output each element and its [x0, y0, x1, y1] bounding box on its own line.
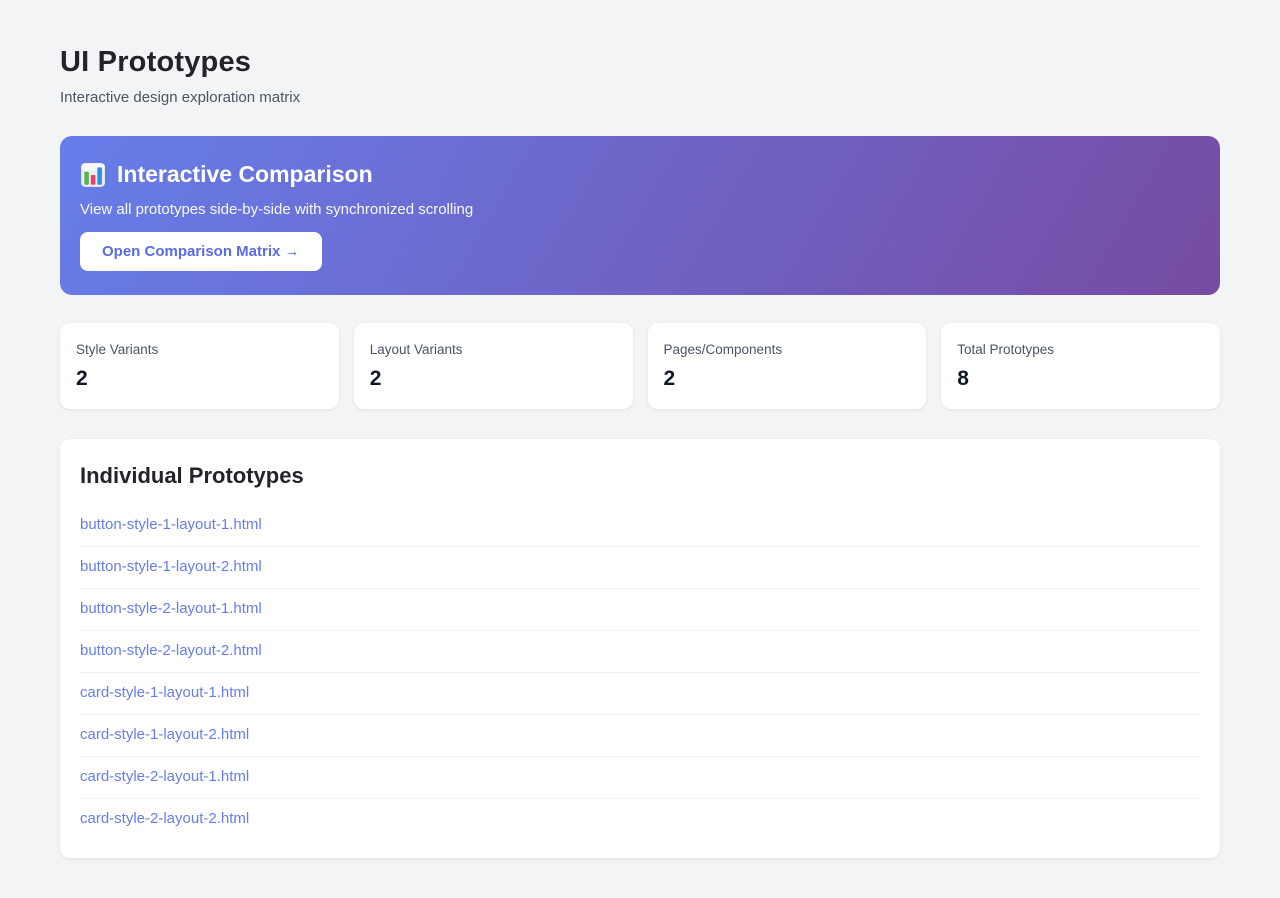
prototype-link[interactable]: card-style-2-layout-2.html: [80, 810, 249, 827]
interactive-comparison-banner: Interactive Comparison View all prototyp…: [60, 136, 1220, 295]
stat-label: Layout Variants: [369, 342, 463, 357]
stat-label: Pages/Components: [663, 342, 783, 357]
individual-prototypes-card: Individual Prototypes button-style-1-lay…: [60, 439, 1220, 858]
link-row: button-style-2-layout-2.html: [80, 631, 1200, 673]
stat-value: 2: [76, 367, 88, 390]
prototype-link[interactable]: button-style-2-layout-2.html: [80, 642, 262, 659]
page-title: UI Prototypes: [60, 46, 252, 78]
prototype-link[interactable]: card-style-2-layout-1.html: [80, 768, 249, 785]
prototype-link[interactable]: button-style-2-layout-1.html: [80, 600, 262, 617]
stat-card: Layout Variants 2: [353, 323, 633, 409]
link-row: card-style-2-layout-1.html: [80, 757, 1200, 799]
banner-title: Interactive Comparison: [117, 161, 373, 187]
banner-description: View all prototypes side-by-side with sy…: [80, 201, 474, 218]
stat-value: 2: [663, 367, 676, 390]
bar-chart-icon: [80, 162, 106, 188]
link-row: card-style-2-layout-2.html: [80, 799, 1200, 840]
prototype-link[interactable]: card-style-1-layout-1.html: [80, 684, 249, 701]
link-row: card-style-1-layout-1.html: [80, 673, 1200, 715]
stat-card: Pages/Components 2: [647, 323, 927, 409]
open-comparison-matrix-button[interactable]: Open Comparison Matrix →: [80, 232, 322, 271]
stat-card: Style Variants 2: [60, 323, 339, 409]
stat-label: Total Prototypes: [957, 342, 1055, 357]
link-row: button-style-1-layout-2.html: [80, 547, 1200, 589]
individual-prototypes-heading: Individual Prototypes: [80, 463, 304, 488]
stat-value: 8: [957, 367, 969, 390]
prototype-link[interactable]: button-style-1-layout-1.html: [80, 516, 262, 533]
prototype-link-list: button-style-1-layout-1.html button-style…: [80, 505, 1200, 840]
prototype-link[interactable]: card-style-1-layout-2.html: [80, 726, 249, 743]
link-row: card-style-1-layout-2.html: [80, 715, 1200, 757]
prototype-link[interactable]: button-style-1-layout-2.html: [80, 558, 262, 575]
link-row: button-style-2-layout-1.html: [80, 589, 1200, 631]
stat-label: Style Variants: [76, 342, 159, 357]
banner-heading: Interactive Comparison: [80, 161, 1196, 188]
stats-row: Style Variants 2 Layout Variants 2 Pages/Com…: [60, 323, 1220, 409]
stat-card: Total Prototypes 8: [941, 323, 1220, 409]
page: UI Prototypes Interactive design explora…: [0, 0, 1280, 898]
page-subtitle: Interactive design exploration matrix: [60, 89, 301, 106]
link-row: button-style-1-layout-1.html: [80, 505, 1200, 547]
stat-value: 2: [369, 367, 382, 390]
